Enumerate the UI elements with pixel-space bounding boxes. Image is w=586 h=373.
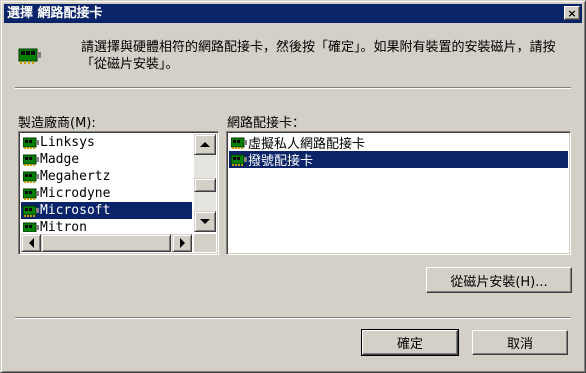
ok-button[interactable]: 確定 — [361, 329, 459, 356]
manufacturer-item-label: Linksys — [40, 135, 95, 150]
network-adapter-icon — [23, 171, 39, 183]
close-button[interactable]: × — [564, 6, 580, 20]
manufacturer-item[interactable]: Microsoft — [21, 202, 192, 219]
manufacturer-item[interactable]: Linksys — [21, 134, 192, 151]
close-icon: × — [567, 6, 577, 20]
network-adapter-icon — [23, 222, 39, 233]
manufacturer-item-label: Microdyne — [40, 186, 111, 201]
adapters-listbox[interactable]: 虛擬私人網路配接卡撥號配接卡 — [226, 131, 571, 255]
network-adapter-icon — [23, 154, 39, 166]
top-divider — [15, 87, 571, 89]
adapter-item-label: 撥號配接卡 — [248, 154, 314, 169]
manufacturers-horizontal-scrollbar[interactable] — [21, 234, 192, 252]
manufacturers-label: 製造廠商(M): — [18, 116, 96, 131]
manufacturer-item[interactable]: Microdyne — [21, 185, 192, 202]
network-adapter-icon — [23, 205, 39, 217]
scroll-thumb[interactable] — [194, 178, 216, 192]
arrow-left-icon — [28, 238, 34, 248]
manufacturer-item[interactable]: Megahertz — [21, 168, 192, 185]
manufacturers-listbox[interactable]: Linksys Madge Megahertz Microdyne Microsoft M… — [18, 131, 219, 255]
network-adapter-icon — [231, 154, 247, 166]
horizontal-scroll-thumb[interactable] — [41, 234, 171, 252]
title-bar[interactable]: 選擇 網路配接卡 × — [4, 4, 582, 23]
scroll-up-button[interactable] — [194, 134, 216, 155]
scroll-right-button[interactable] — [172, 234, 192, 252]
adapter-item[interactable]: 撥號配接卡 — [229, 151, 568, 169]
manufacturer-item-label: Madge — [40, 152, 80, 167]
network-adapter-icon — [18, 48, 41, 64]
adapters-list: 虛擬私人網路配接卡撥號配接卡 — [229, 134, 568, 169]
instructions-text: 請選擇與硬體相符的網路配接卡，然後按「確定」。如果附有裝置的安裝磁片，請按「從磁… — [81, 40, 556, 72]
have-disk-button[interactable]: 從磁片安裝(H)... — [426, 267, 572, 293]
network-adapter-icon — [23, 137, 39, 149]
manufacturers-vertical-scrollbar[interactable] — [194, 134, 216, 232]
scroll-down-button[interactable] — [194, 211, 216, 232]
cancel-button[interactable]: 取消 — [472, 330, 568, 355]
manufacturer-item[interactable]: Madge — [21, 151, 192, 168]
manufacturer-item-label: Megahertz — [40, 169, 111, 184]
manufacturers-list: Linksys Madge Megahertz Microdyne Microsoft M… — [21, 134, 192, 232]
scroll-left-button[interactable] — [21, 234, 41, 252]
manufacturer-item[interactable]: Mitron — [21, 219, 192, 232]
select-network-adapter-dialog: 選擇 網路配接卡 × 請選擇與硬體相符的網路配接卡，然後按「確定」。如果附有裝置… — [0, 0, 586, 373]
window-title: 選擇 網路配接卡 — [7, 6, 103, 21]
arrow-right-icon — [179, 238, 185, 248]
network-adapter-icon — [23, 188, 39, 200]
bottom-divider — [15, 317, 571, 319]
arrow-down-icon — [200, 219, 210, 224]
arrow-up-icon — [200, 142, 210, 147]
manufacturer-item-label: Mitron — [40, 220, 87, 232]
network-adapter-icon — [231, 137, 247, 149]
adapters-label: 網路配接卡： — [227, 116, 306, 131]
scrollbar-corner — [194, 234, 216, 252]
manufacturer-item-label: Microsoft — [40, 203, 111, 218]
adapter-item[interactable]: 虛擬私人網路配接卡 — [229, 134, 568, 152]
